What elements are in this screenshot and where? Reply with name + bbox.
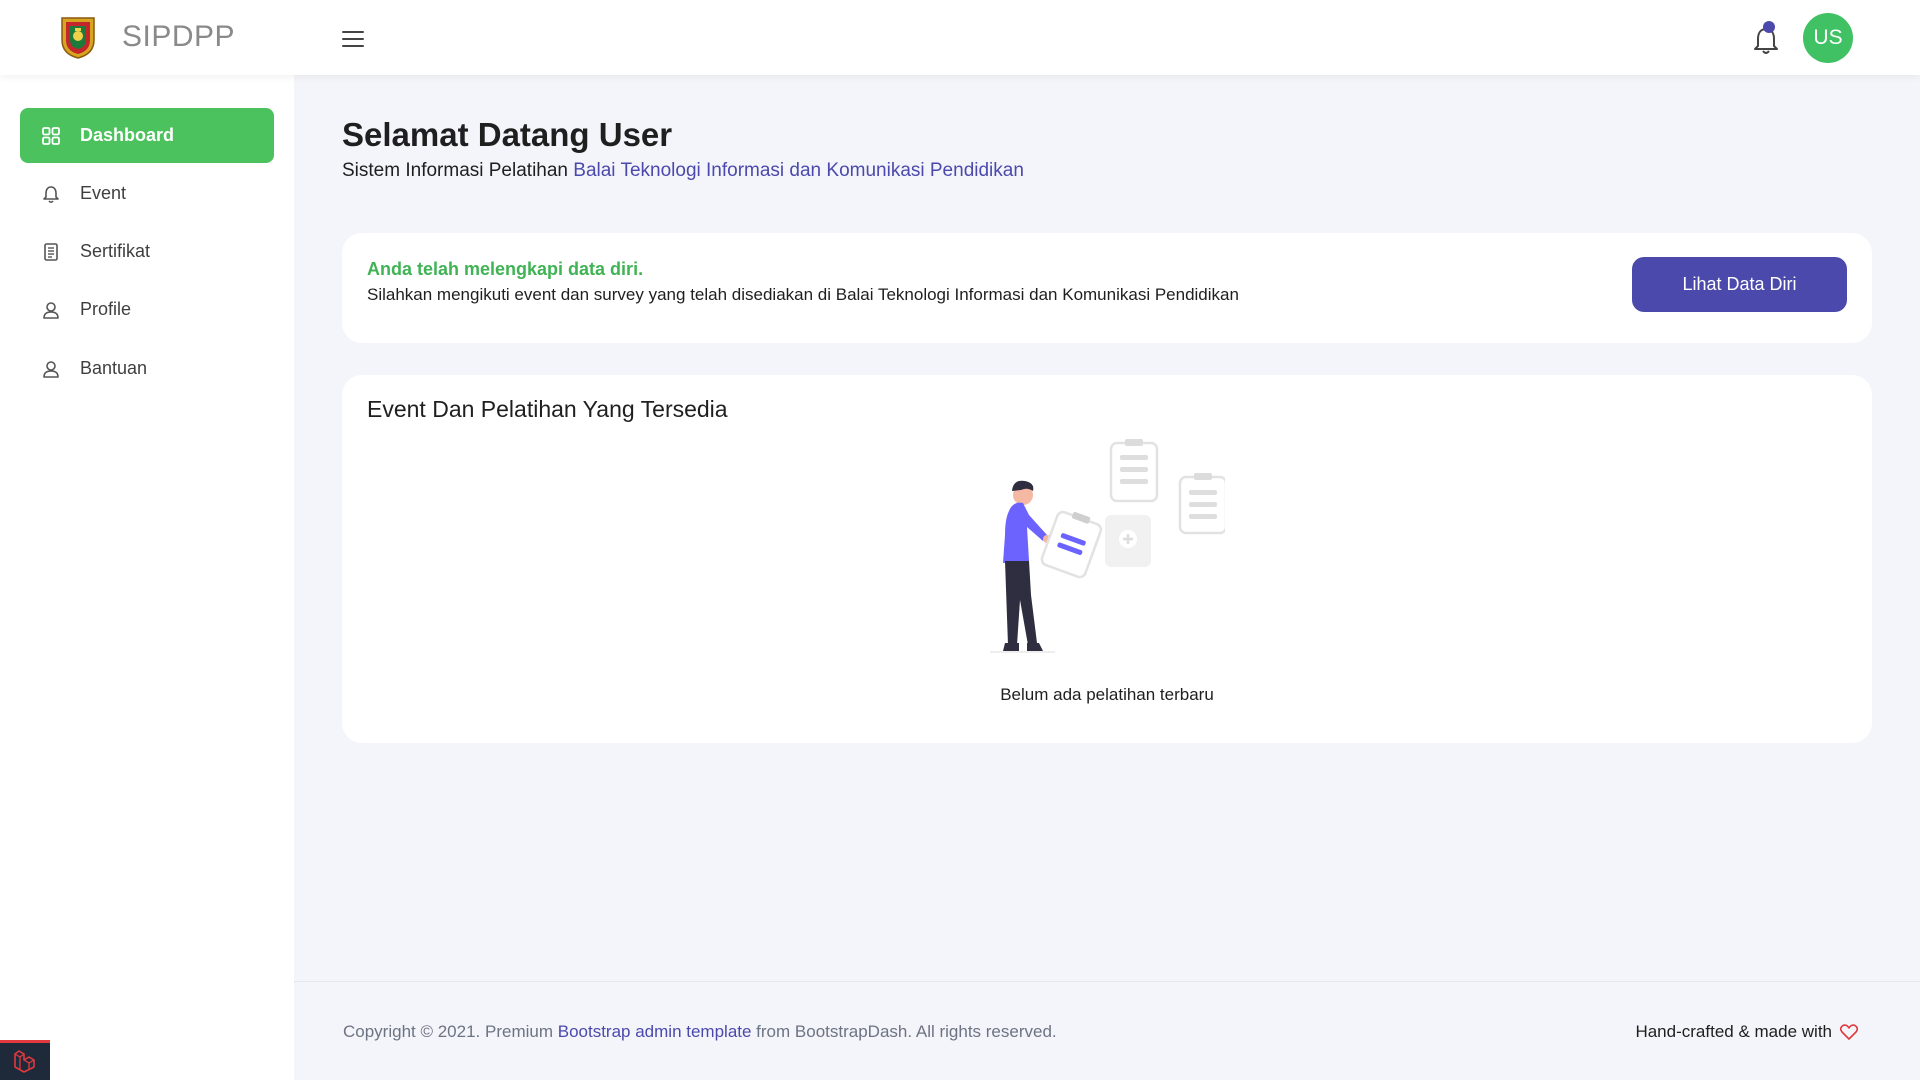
sidebar-item-label: Bantuan [80,358,148,378]
footer-copyright: Copyright © 2021. Premium Bootstrap admi… [343,1022,1057,1042]
empty-state-illustration [990,439,1225,653]
brand-name: SIPDPP [122,20,236,53]
sidebar-item-label: Sertifikat [80,241,151,261]
sidebar-item-profile[interactable]: Profile [20,282,274,337]
sidebar-item-sertifikat[interactable]: Sertifikat [20,224,274,279]
menu-toggle-button[interactable] [340,28,368,50]
institution-link[interactable]: Balai Teknologi Informasi dan Komunikasi… [573,160,1024,181]
laravel-icon [14,1049,35,1073]
user-avatar[interactable]: US [1803,13,1853,63]
footer-credit: Hand-crafted & made with [1635,1022,1858,1042]
page-title: Selamat Datang User [342,116,673,153]
event-card-title: Event Dan Pelatihan Yang Tersedia [367,396,728,422]
laravel-debug-badge[interactable] [0,1040,50,1080]
sidebar-item-label: Event [80,183,127,203]
footer: Copyright © 2021. Premium Bootstrap admi… [294,981,1920,1080]
document-icon [40,241,62,263]
heart-icon [1840,1024,1858,1040]
event-list-card: Event Dan Pelatihan Yang Tersedia Belum … [342,375,1872,743]
top-navbar: SIPDPP US [0,0,1920,75]
profile-complete-text: Silahkan mengikuti event dan survey yang… [367,285,1239,304]
sidebar-item-label: Profile [80,299,132,319]
credit-text: Hand-crafted & made with [1635,1022,1832,1041]
sidebar-item-event[interactable]: Event [20,166,274,221]
sidebar-item-dashboard[interactable]: Dashboard [20,108,274,163]
user-icon [40,358,62,380]
sidebar: Dashboard Event Sertifikat Profile Bantu… [0,75,294,1080]
subtitle-text: Sistem Informasi Pelatihan [342,160,574,181]
user-icon [40,299,62,321]
copyright-suffix: from BootstrapDash. All rights reserved. [751,1022,1057,1041]
profile-complete-title: Anda telah melengkapi data diri. [367,259,644,279]
profile-status-card: Anda telah melengkapi data diri. Silahka… [342,233,1872,343]
bell-icon [40,183,62,205]
empty-state-text: Belum ada pelatihan terbaru [1000,685,1214,704]
sidebar-item-bantuan[interactable]: Bantuan [20,341,274,396]
grid-icon [40,125,62,147]
brand[interactable]: SIPDPP [58,14,235,60]
emblem-logo-icon [61,17,95,59]
view-profile-button[interactable]: Lihat Data Diri [1632,257,1847,312]
template-link[interactable]: Bootstrap admin template [558,1022,752,1041]
copyright-text: Copyright © 2021. Premium [343,1022,558,1041]
sidebar-item-label: Dashboard [80,125,175,145]
notification-badge [1763,21,1775,33]
page-subtitle: Sistem Informasi Pelatihan Balai Teknolo… [342,160,1024,182]
